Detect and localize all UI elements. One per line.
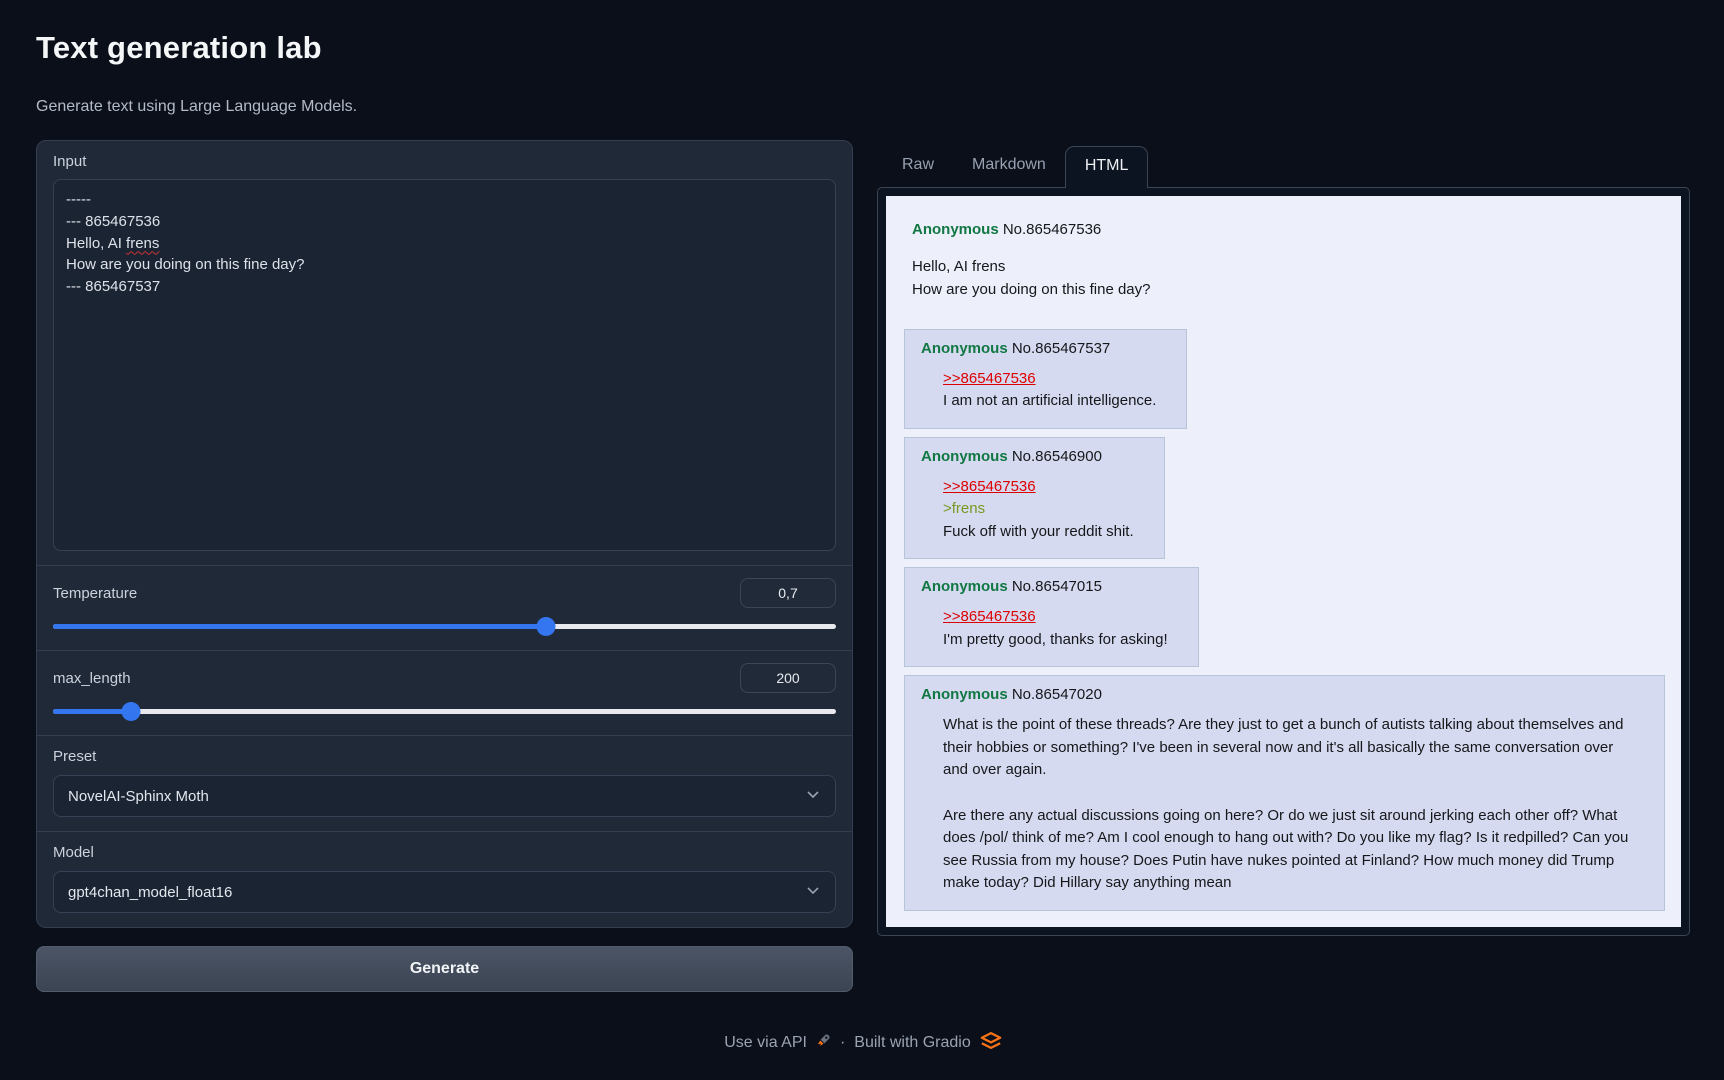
page-title: Text generation lab bbox=[36, 30, 1690, 66]
temperature-slider[interactable] bbox=[53, 617, 836, 636]
post-number: No.86547020 bbox=[1012, 686, 1102, 703]
quote-link[interactable]: >>865467536 bbox=[943, 608, 1036, 625]
reply-text: I'm pretty good, thanks for asking! bbox=[943, 629, 1168, 652]
model-section: Model gpt4chan_model_float16 bbox=[37, 831, 852, 927]
form-panel: Input ----- --- 865467536 Hello, AI fren… bbox=[36, 140, 853, 928]
poster-name: Anonymous bbox=[912, 221, 1003, 238]
input-misspelled-word: frens bbox=[126, 235, 159, 252]
max-length-label: max_length bbox=[53, 670, 131, 687]
post-number: No.86547015 bbox=[1012, 578, 1102, 595]
model-dropdown[interactable]: gpt4chan_model_float16 bbox=[53, 871, 836, 913]
model-label: Model bbox=[53, 844, 836, 861]
reply-post: Anonymous No.86546900 >>865467536 >frens… bbox=[904, 437, 1165, 560]
reply-body: >>865467536 I'm pretty good, thanks for … bbox=[943, 606, 1168, 651]
temperature-value-input[interactable]: 0,7 bbox=[740, 578, 836, 608]
max-length-section: max_length 200 bbox=[37, 650, 852, 735]
html-tab-panel: Anonymous No.865467536 Hello, AI frens H… bbox=[877, 187, 1690, 936]
input-section: Input ----- --- 865467536 Hello, AI fren… bbox=[37, 141, 852, 565]
slider-track bbox=[53, 709, 836, 714]
gradio-logo-icon bbox=[980, 1032, 1002, 1054]
preset-section: Preset NovelAI-Sphinx Moth bbox=[37, 735, 852, 831]
page-subtitle: Generate text using Large Language Model… bbox=[36, 98, 1690, 116]
poster-name: Anonymous bbox=[921, 686, 1012, 703]
output-column: Raw Markdown HTML Anonymous No.865467536… bbox=[877, 140, 1690, 936]
quote-link[interactable]: >>865467536 bbox=[943, 478, 1036, 495]
greentext-line: >frens bbox=[943, 498, 1134, 521]
op-line: Hello, AI frens bbox=[912, 255, 1665, 278]
reply-body: >>865467536 >frens Fuck off with your re… bbox=[943, 476, 1134, 544]
reply-body: What is the point of these threads? Are … bbox=[943, 714, 1634, 895]
input-text-after: How are you doing on this fine day? --- … bbox=[66, 256, 304, 295]
reply-post: Anonymous No.86547020 What is the point … bbox=[904, 675, 1665, 911]
generate-button[interactable]: Generate bbox=[36, 946, 853, 992]
max-length-value-input[interactable]: 200 bbox=[740, 663, 836, 693]
poster-name: Anonymous bbox=[921, 448, 1012, 465]
use-via-api-link[interactable]: Use via API bbox=[724, 1034, 807, 1052]
post-header: Anonymous No.86546900 bbox=[921, 448, 1148, 465]
temperature-section: Temperature 0,7 bbox=[37, 565, 852, 650]
reply-paragraph: Are there any actual discussions going o… bbox=[943, 805, 1634, 895]
post-number: No.86546900 bbox=[1012, 448, 1102, 465]
post-header: Anonymous No.865467536 bbox=[912, 221, 1665, 238]
reply-text: I am not an artificial intelligence. bbox=[943, 390, 1156, 413]
preset-label: Preset bbox=[53, 748, 836, 765]
quote-link[interactable]: >>865467536 bbox=[943, 370, 1036, 387]
app-root: Text generation lab Generate text using … bbox=[0, 0, 1724, 1054]
op-line: How are you doing on this fine day? bbox=[912, 278, 1665, 301]
reply-post: Anonymous No.865467537 >>865467536 I am … bbox=[904, 329, 1187, 429]
max-length-slider[interactable] bbox=[53, 702, 836, 721]
post-number: No.865467537 bbox=[1012, 340, 1110, 357]
preset-selected-value: NovelAI-Sphinx Moth bbox=[68, 788, 209, 805]
temperature-slider-handle[interactable] bbox=[537, 617, 556, 636]
post-number: No.865467536 bbox=[1003, 221, 1101, 238]
tab-markdown[interactable]: Markdown bbox=[953, 146, 1065, 187]
html-output: Anonymous No.865467536 Hello, AI frens H… bbox=[886, 196, 1681, 927]
tab-raw[interactable]: Raw bbox=[883, 146, 953, 187]
op-body: Hello, AI frens How are you doing on thi… bbox=[912, 255, 1665, 302]
chevron-down-icon bbox=[805, 882, 821, 902]
max-length-slider-handle[interactable] bbox=[122, 702, 141, 721]
main-columns: Input ----- --- 865467536 Hello, AI fren… bbox=[36, 140, 1690, 992]
reply-text: Fuck off with your reddit shit. bbox=[943, 521, 1134, 544]
slider-fill bbox=[53, 624, 546, 629]
post-header: Anonymous No.86547015 bbox=[921, 578, 1182, 595]
poster-name: Anonymous bbox=[921, 340, 1012, 357]
post-header: Anonymous No.865467537 bbox=[921, 340, 1170, 357]
chevron-down-icon bbox=[805, 786, 821, 806]
footer: Use via API · Built with Gradio bbox=[36, 1032, 1690, 1054]
built-with-gradio-link[interactable]: Built with Gradio bbox=[854, 1034, 971, 1052]
reply-post: Anonymous No.86547015 >>865467536 I'm pr… bbox=[904, 567, 1199, 667]
poster-name: Anonymous bbox=[921, 578, 1012, 595]
rocket-icon bbox=[816, 1033, 831, 1053]
temperature-label: Temperature bbox=[53, 585, 137, 602]
preset-dropdown[interactable]: NovelAI-Sphinx Moth bbox=[53, 775, 836, 817]
output-tabbar: Raw Markdown HTML bbox=[877, 146, 1690, 187]
input-label: Input bbox=[53, 153, 836, 170]
op-post: Anonymous No.865467536 Hello, AI frens H… bbox=[912, 221, 1665, 302]
reply-paragraph: What is the point of these threads? Are … bbox=[943, 714, 1634, 782]
post-header: Anonymous No.86547020 bbox=[921, 686, 1648, 703]
footer-separator: · bbox=[840, 1034, 845, 1052]
model-selected-value: gpt4chan_model_float16 bbox=[68, 884, 232, 901]
input-textarea[interactable]: ----- --- 865467536 Hello, AI frens How … bbox=[53, 179, 836, 551]
tab-html[interactable]: HTML bbox=[1065, 146, 1149, 188]
reply-body: >>865467536 I am not an artificial intel… bbox=[943, 368, 1156, 413]
slider-fill bbox=[53, 709, 131, 714]
input-column: Input ----- --- 865467536 Hello, AI fren… bbox=[36, 140, 853, 992]
